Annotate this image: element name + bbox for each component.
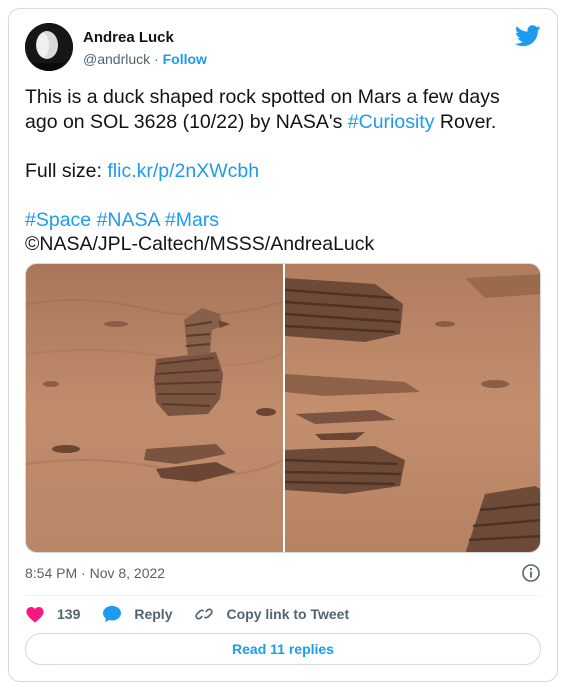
duck-rock-photo[interactable] [26, 264, 283, 553]
fullsize-link[interactable]: flic.kr/p/2nXWcbh [107, 160, 259, 182]
tweet-line-2-suffix: Rover. [434, 110, 497, 133]
hashtag-nasa[interactable]: #NASA [97, 209, 160, 231]
follow-button[interactable]: Follow [163, 51, 207, 67]
heart-icon [26, 607, 44, 623]
speech-bubble-icon [103, 605, 122, 623]
action-bar: 139 Reply Copy link to Tweet [25, 603, 371, 625]
reply-label: Reply [134, 606, 173, 622]
read-replies-button[interactable]: Read 11 replies [25, 633, 541, 665]
tweet-card: Andrea Luck @andrluck · Follow This is a… [8, 8, 558, 682]
fullsize-label: Full size: [25, 159, 108, 182]
author-handle-row: @andrluck · Follow [83, 51, 207, 67]
image-credit: ©NASA/JPL-Caltech/MSSS/AndreaLuck [25, 233, 375, 255]
reply-button[interactable]: Reply [102, 605, 172, 623]
tweet-line-1: This is a duck shaped rock spotted on Ma… [25, 86, 500, 108]
author-handle[interactable]: @andrluck [83, 51, 150, 67]
tweet-text: This is a duck shaped rock spotted on Ma… [25, 85, 525, 257]
tweet-timestamp[interactable]: 8:54 PM · Nov 8, 2022 [25, 565, 165, 581]
twitter-bird-icon[interactable] [515, 25, 541, 47]
rock-formations-photo[interactable] [285, 264, 541, 553]
author-name[interactable]: Andrea Luck [83, 29, 174, 46]
like-count: 139 [57, 606, 81, 622]
info-icon[interactable] [521, 563, 541, 583]
hashtag-curiosity[interactable]: #Curiosity [348, 111, 435, 133]
action-separator [25, 595, 541, 596]
hashtag-mars[interactable]: #Mars [165, 209, 219, 231]
link-icon [195, 608, 214, 620]
like-button[interactable]: 139 [25, 605, 80, 623]
copy-link-button[interactable]: Copy link to Tweet [194, 605, 349, 623]
hashtag-space[interactable]: #Space [25, 209, 91, 231]
handle-separator: · [150, 51, 163, 67]
avatar[interactable] [25, 23, 73, 71]
copy-link-label: Copy link to Tweet [226, 606, 350, 622]
tweet-line-2-prefix: ago on SOL 3628 (10/22) by NASA's [25, 110, 348, 133]
tweet-media [25, 263, 541, 553]
